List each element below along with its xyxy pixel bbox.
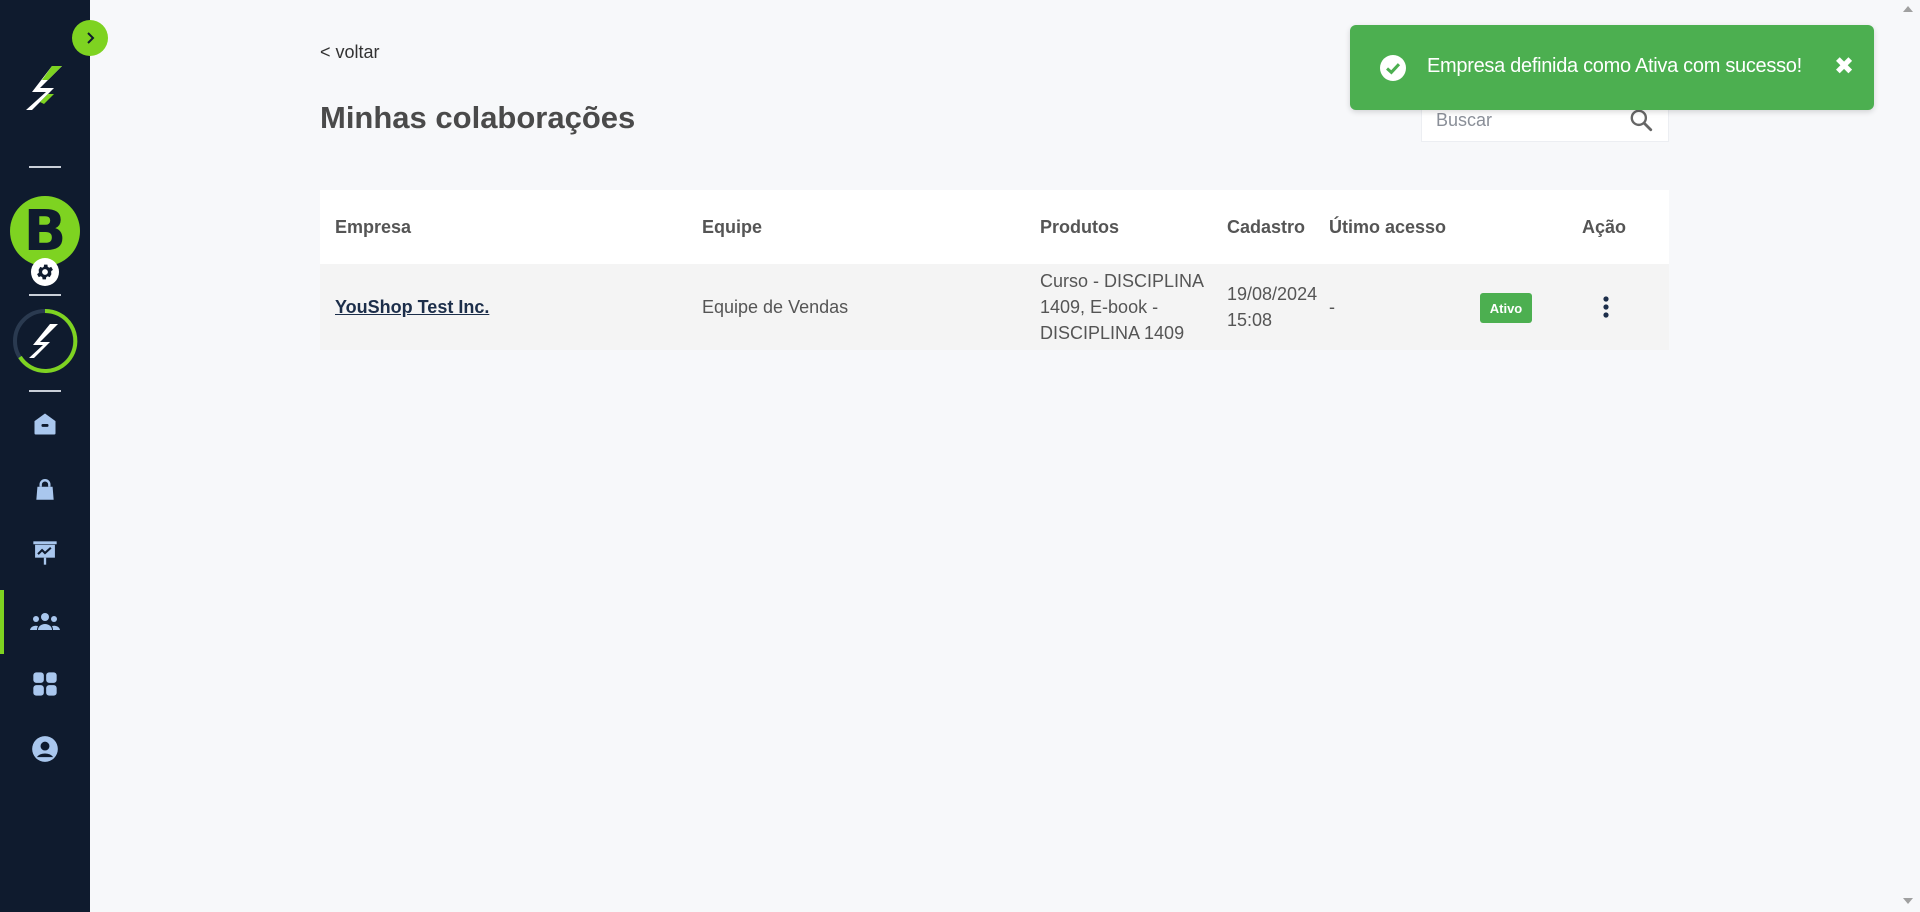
close-icon[interactable]: ✖ [1834,52,1854,81]
registration-date-cell: 19/08/2024 15:08 [1227,281,1317,333]
sidebar-divider [29,390,61,392]
bag-icon [36,479,54,500]
sidebar-divider [29,166,61,168]
last-access-cell: - [1329,297,1335,317]
sidebar-item-apps[interactable] [0,658,90,710]
chevron-right-icon [87,32,95,44]
registration-date: 19/08/2024 [1227,284,1318,304]
search-icon[interactable] [1628,107,1654,133]
grid-icon [33,672,57,696]
collaborations-table: Empresa Equipe Produtos Cadastro Útimo a… [320,190,1669,350]
column-header-equipe: Equipe [702,217,763,237]
check-circle-icon [1380,55,1406,81]
sidebar: B [0,0,90,912]
progress-ring-logo-icon[interactable] [12,308,78,374]
sidebar-item-home[interactable] [0,398,90,450]
sidebar-divider [29,294,61,296]
table-header: Empresa Equipe Produtos Cadastro Útimo a… [320,190,1669,264]
success-toast: Empresa definida como Ativa com sucesso!… [1350,25,1874,110]
users-icon [30,613,60,630]
products-line: 1409, E-book - [1040,297,1159,317]
back-link[interactable]: < voltar [320,42,380,63]
sidebar-item-collaborators[interactable] [0,590,90,654]
scroll-up-icon[interactable] [1903,6,1913,12]
column-header-produtos: Produtos [1040,217,1119,237]
home-icon [34,413,56,435]
column-header-ultimo-acesso: Útimo acesso [1329,217,1447,237]
column-header-acao: Ação [1582,217,1627,237]
products-line: DISCIPLINA 1409 [1040,323,1185,343]
scrollbar[interactable] [1898,0,1920,912]
team-cell: Equipe de Vendas [702,297,849,317]
table-row: YouShop Test Inc. Equipe de Vendas Curso… [320,264,1669,350]
column-header-empresa: Empresa [335,217,412,237]
avatar-letter: B [23,198,67,264]
gear-icon[interactable] [31,258,59,286]
page-title: Minhas colaborações [320,100,636,135]
company-link[interactable]: YouShop Test Inc. [335,294,489,320]
row-actions-menu-button[interactable] [1594,292,1618,322]
products-line: Curso - DISCIPLINA [1040,271,1205,291]
column-header-cadastro: Cadastro [1227,217,1306,237]
registration-time: 15:08 [1227,310,1273,330]
toast-message: Empresa definida como Ativa com sucesso! [1427,55,1802,77]
sidebar-item-products[interactable] [0,464,90,516]
avatar[interactable]: B [10,196,80,266]
kebab-menu-icon [1603,296,1609,318]
sidebar-toggle-button[interactable] [72,20,108,56]
scroll-down-icon[interactable] [1903,898,1913,904]
brand-logo-icon[interactable] [22,62,68,114]
presentation-chart-icon [33,541,57,565]
status-badge: Ativo [1480,293,1532,323]
products-cell: Curso - DISCIPLINA 1409, E-book - DISCIP… [1040,268,1204,346]
user-circle-icon [32,736,58,762]
sidebar-item-account[interactable] [0,723,90,775]
sidebar-item-reports[interactable] [0,527,90,579]
